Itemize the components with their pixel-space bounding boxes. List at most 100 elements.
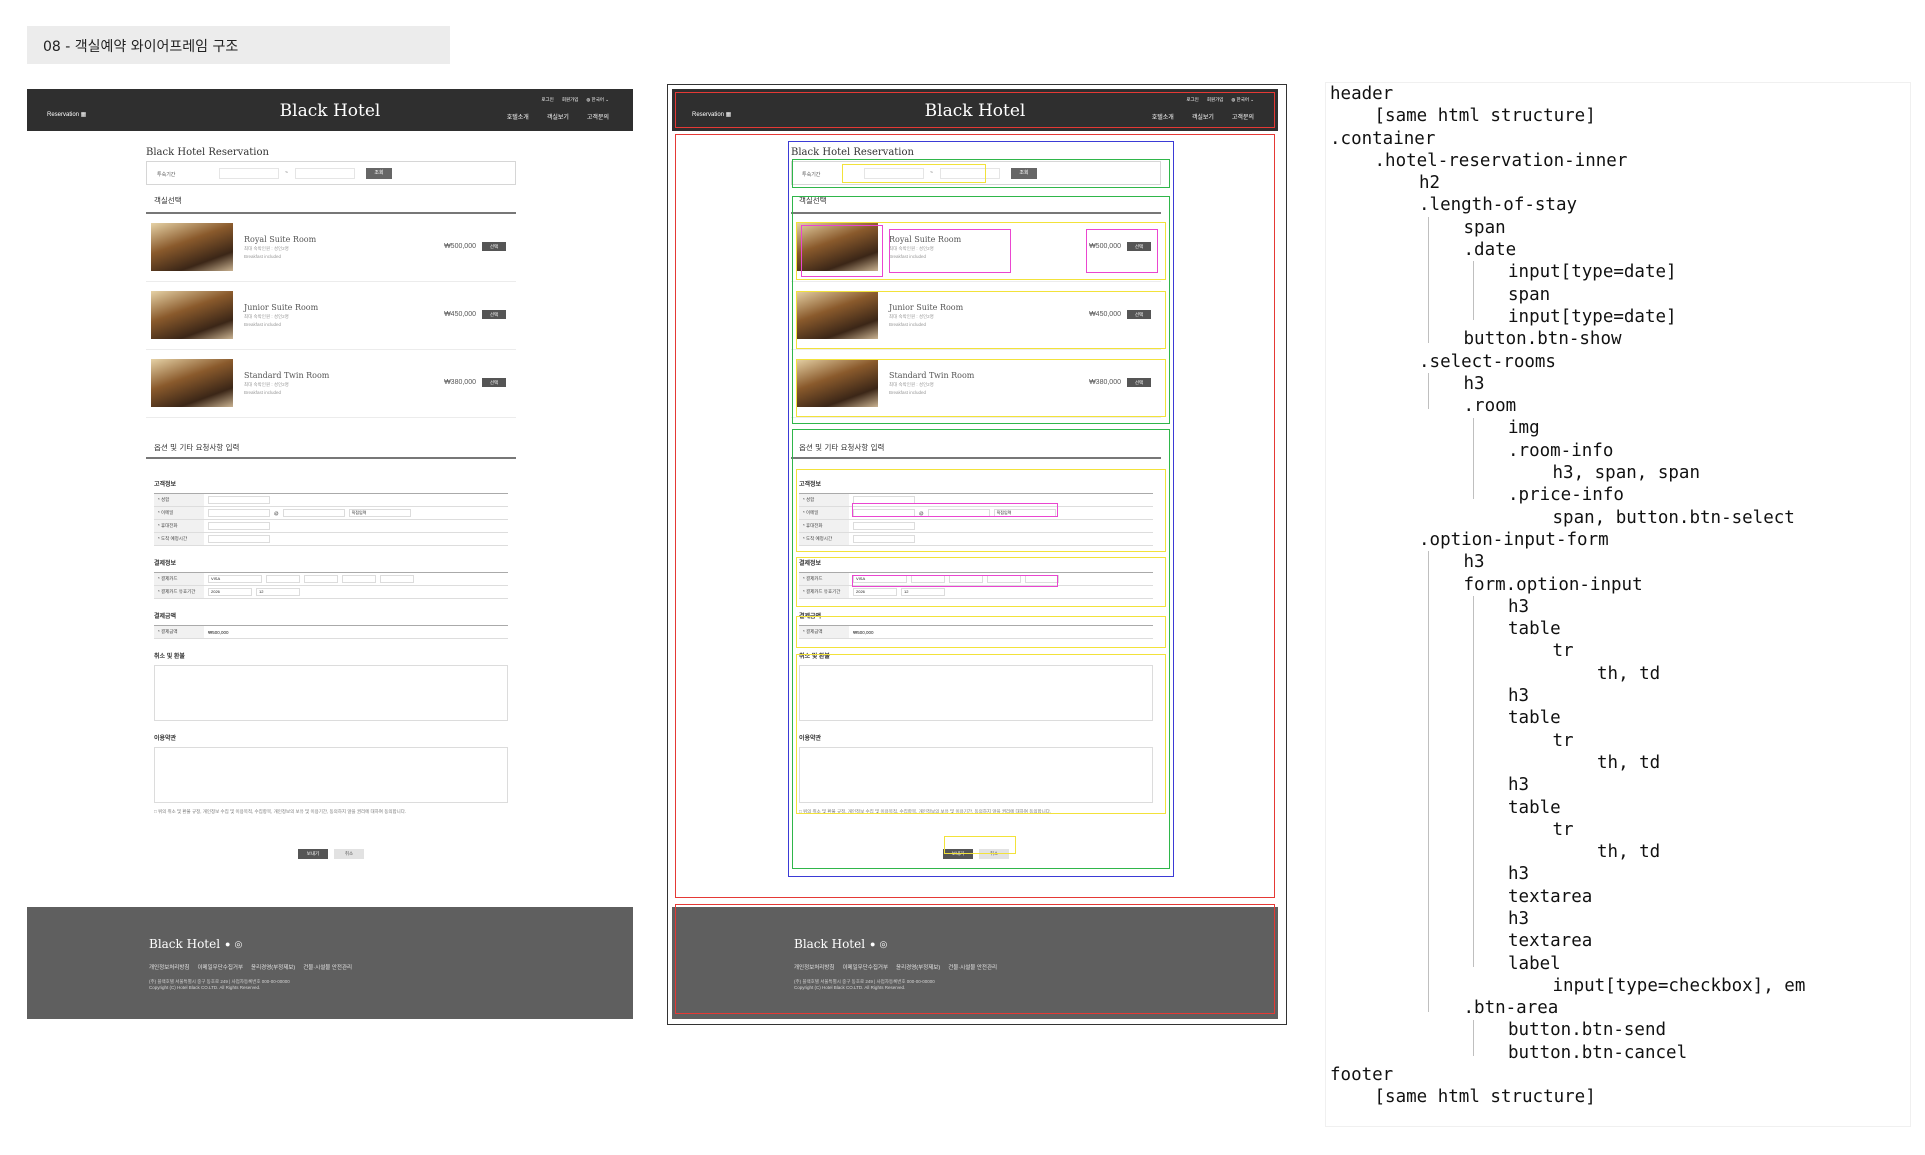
- outline-box-yellow: [796, 469, 1166, 552]
- room-breakfast: Breakfast included: [244, 322, 282, 327]
- select-button[interactable]: 선택: [482, 310, 506, 319]
- check-in-date-input[interactable]: [219, 168, 279, 179]
- footer-link[interactable]: 이메일무단수집거부: [197, 963, 243, 971]
- send-button[interactable]: 보내기: [298, 849, 328, 859]
- select-button[interactable]: 선택: [482, 242, 506, 251]
- outline-box-yellow: [796, 654, 1166, 814]
- row-label: * 이메일: [154, 507, 204, 519]
- options-heading: 옵션 및 기타 요청사항 입력: [146, 426, 516, 459]
- code-line: h3: [1463, 373, 1485, 394]
- indent-guide: [1428, 372, 1429, 410]
- wireframe-overlays: [672, 89, 1278, 1019]
- email-domain-select[interactable]: 직접입력: [348, 509, 411, 517]
- indent-guide: [1428, 551, 1429, 1012]
- outline-box-red: [675, 904, 1275, 1014]
- code-line: span: [1463, 217, 1506, 238]
- row-value: [204, 494, 508, 506]
- card-select[interactable]: VISA: [208, 575, 262, 583]
- room-royal-suite: Royal Suite Room 최대 숙박인원 : 성인2명 Breakfas…: [146, 214, 516, 282]
- nav-rooms[interactable]: 객실보기: [547, 112, 569, 121]
- stay-label: 투숙기간: [157, 172, 176, 178]
- expiry-year-select[interactable]: 2026: [208, 588, 252, 596]
- table-row: * 휴대전화: [154, 520, 508, 533]
- footer-link[interactable]: 윤리경영(부정제보): [251, 963, 295, 971]
- util-join[interactable]: 회원가입: [562, 97, 579, 103]
- price-info: ₩380,000 선택: [444, 378, 506, 387]
- reservation-title: Black Hotel Reservation: [146, 147, 269, 158]
- show-button[interactable]: 조회: [366, 168, 392, 179]
- check-out-date-input[interactable]: [295, 168, 355, 179]
- indent-guide: [1428, 216, 1429, 343]
- room-capacity: 최대 숙박인원 : 성인2명: [244, 314, 289, 319]
- html-structure-tree: header [same html structure] .container .ho…: [1325, 82, 1911, 1127]
- footer-links: 개인정보처리방침 이메일무단수집거부 윤리경영(부정제보) 건물·시설물 안전관…: [149, 963, 352, 971]
- nav-about[interactable]: 호텔소개: [507, 112, 529, 121]
- cancel-policy-textarea[interactable]: [154, 665, 508, 721]
- outline-box-pink: [801, 225, 883, 277]
- footer-address: (주) 블랙호텔 서울특별시 중구 동호로 249 | 사업자등록번호 000-…: [149, 979, 290, 991]
- room-list: Royal Suite Room 최대 숙박인원 : 성인2명 Breakfas…: [146, 214, 516, 418]
- site-footer: Black Hotel ● ◎ 개인정보처리방침 이메일무단수집거부 윤리경영(…: [27, 907, 633, 1019]
- email-id-input[interactable]: [208, 509, 270, 517]
- room-image: [151, 359, 233, 407]
- site-header: Reservation ▦ Black Hotel 로그인 회원가입 ◍ 한국어…: [27, 89, 633, 131]
- outline-box-green: [792, 196, 1170, 424]
- outline-box-yellow: [796, 291, 1166, 349]
- row-value: [204, 520, 508, 532]
- room-capacity: 최대 숙박인원 : 성인2명: [244, 382, 289, 387]
- code-line: label: [1508, 953, 1561, 974]
- row-value: @ 직접입력: [204, 507, 508, 519]
- footer-link[interactable]: 건물·시설물 안전관리: [303, 963, 352, 971]
- cancel-button[interactable]: 취소: [334, 849, 364, 859]
- footer-link[interactable]: 개인정보처리방침: [149, 963, 189, 971]
- amount-heading: 결제금액: [154, 614, 177, 620]
- code-line: .room-info: [1508, 440, 1614, 461]
- code-line: .container: [1330, 128, 1436, 149]
- agree-checkbox-label[interactable]: □ 위의 취소 및 환불 규정, 개인정보 수집 및 이용목적, 수집항목, 개…: [154, 809, 508, 815]
- code-line: textarea: [1508, 931, 1593, 952]
- main-nav: 호텔소개 객실보기 고객문의: [507, 112, 609, 121]
- card-number-input[interactable]: [304, 575, 338, 583]
- terms-textarea[interactable]: [154, 747, 508, 803]
- code-line: th, td: [1597, 842, 1661, 863]
- table-row: * 이메일 @ 직접입력: [154, 507, 508, 520]
- arrival-time-input[interactable]: [208, 535, 270, 543]
- phone-input[interactable]: [208, 522, 270, 530]
- card-number-input[interactable]: [380, 575, 414, 583]
- room-breakfast: Breakfast included: [244, 254, 282, 259]
- length-of-stay: 투숙기간 ~ 조회: [146, 161, 516, 185]
- code-line: h2: [1419, 173, 1441, 194]
- outline-box-pink: [1086, 229, 1158, 273]
- row-value: VISA: [204, 573, 508, 585]
- nav-contact[interactable]: 고객문의: [587, 112, 609, 121]
- room-info: Junior Suite Room 최대 숙박인원 : 성인2명 Breakfa…: [244, 303, 318, 327]
- util-language[interactable]: ◍ 한국어 ⌄: [586, 97, 609, 103]
- name-input[interactable]: [208, 496, 270, 504]
- code-line: .select-rooms: [1419, 351, 1556, 372]
- card-number-input[interactable]: [342, 575, 376, 583]
- room-junior-suite: Junior Suite Room 최대 숙박인원 : 성인2명 Breakfa…: [146, 282, 516, 350]
- row-label: * 휴대전화: [154, 520, 204, 532]
- email-at: @: [274, 510, 279, 516]
- code-line: th, td: [1597, 752, 1661, 773]
- indent-guide: [1472, 261, 1474, 321]
- email-domain-input[interactable]: [282, 509, 345, 517]
- row-label: * 성함: [154, 494, 204, 506]
- card-number-input[interactable]: [266, 575, 300, 583]
- expiry-month-select[interactable]: 12: [256, 588, 300, 596]
- select-button[interactable]: 선택: [482, 378, 506, 387]
- outline-box-red: [675, 134, 1275, 898]
- room-name: Junior Suite Room: [244, 303, 319, 312]
- code-line: .hotel-reservation-inner: [1374, 150, 1628, 171]
- code-line: h3: [1508, 596, 1530, 617]
- table-row: * 도착 예정시간: [154, 533, 508, 546]
- outline-box-yellow: [796, 359, 1166, 417]
- table-row: * 성함: [154, 494, 508, 507]
- code-line: textarea: [1508, 886, 1593, 907]
- outline-box-red: [675, 92, 1275, 128]
- code-line: table: [1508, 708, 1561, 729]
- facebook-icon[interactable]: ●: [225, 939, 230, 950]
- table-row: * 결제카드 유효기간 2026 12: [154, 586, 508, 599]
- util-login[interactable]: 로그인: [541, 97, 553, 103]
- instagram-icon[interactable]: ◎: [234, 939, 242, 950]
